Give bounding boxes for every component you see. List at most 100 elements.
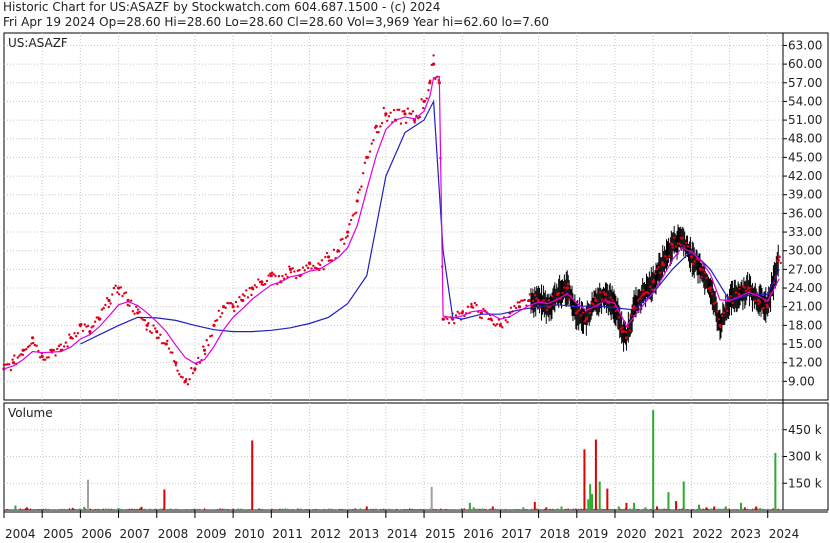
price-point [54, 354, 57, 357]
year-tick-label: 2009 [196, 527, 227, 541]
price-point [674, 245, 678, 248]
volume-bar-base [196, 508, 198, 510]
price-observation [403, 112, 407, 116]
volume-bar-base [289, 509, 291, 510]
price-point [588, 311, 592, 315]
volume-bar-base [637, 508, 639, 510]
price-observation [460, 311, 464, 315]
volume-bar-base [458, 509, 460, 510]
price-observation [661, 261, 665, 265]
volume-bar-base [658, 508, 660, 510]
price-point [647, 292, 650, 295]
price-point [305, 264, 308, 267]
year-tick-label: 2004 [5, 527, 36, 541]
price-point [743, 286, 746, 289]
volume-bar-base [100, 509, 102, 510]
volume-bar-base [255, 509, 258, 510]
price-point [757, 302, 760, 306]
price-point [124, 291, 128, 294]
volume-bar-base [359, 508, 361, 510]
volume-bar-base [463, 508, 465, 510]
price-point [16, 356, 19, 359]
price-point [245, 289, 248, 292]
volume-title: Volume [8, 406, 53, 420]
volume-bar-base [105, 508, 107, 510]
price-point [731, 301, 734, 305]
price-point [344, 236, 348, 239]
volume-bar-base [642, 508, 644, 510]
volume-bar-up [644, 507, 647, 510]
volume-bar-base [206, 509, 208, 510]
price-point [389, 111, 392, 114]
volume-bar-base [411, 508, 413, 510]
year-tick-label: 2013 [349, 527, 380, 541]
chart-page: Historic Chart for US:ASAZF by Stockwatc… [0, 0, 830, 543]
volume-bar-base [689, 509, 691, 510]
price-observation [374, 124, 378, 128]
volume-bar-base [585, 508, 587, 510]
volume-bar-base [403, 509, 406, 510]
price-observation [212, 323, 216, 327]
volume-bar-base [424, 509, 426, 510]
volume-bar-base [720, 508, 722, 510]
price-observation [594, 298, 598, 303]
price-observation [498, 323, 503, 327]
price-observation [632, 305, 636, 309]
price-point [274, 274, 277, 278]
volume-bar-base [305, 509, 307, 510]
price-point [456, 310, 459, 313]
price-point [568, 297, 571, 301]
volume-bar-base [66, 509, 68, 510]
price-observation [288, 267, 292, 271]
price-point [35, 344, 38, 347]
volume-bar-base [11, 509, 13, 510]
price-observation [231, 305, 235, 309]
volume-bar-base [274, 509, 276, 510]
price-point [578, 308, 581, 311]
volume-bar-base [398, 509, 400, 510]
price-observation [78, 323, 82, 327]
volume-bar-base [146, 509, 149, 510]
volume-bar-base [9, 509, 11, 510]
price-observation [193, 367, 197, 371]
volume-bar-base [481, 508, 483, 510]
volume-bar-base [227, 508, 229, 510]
price-point [358, 188, 361, 191]
volume-bar-base [32, 509, 34, 510]
price-tick-label: 60.00 [788, 57, 822, 71]
price-point [542, 299, 545, 302]
price-tick-label: 63.00 [788, 38, 822, 52]
price-point [470, 302, 473, 306]
price-point [368, 150, 372, 153]
price-point [9, 368, 13, 372]
price-observation [116, 286, 121, 290]
volume-bar-up [560, 506, 563, 510]
price-point [581, 311, 585, 314]
price-point [348, 223, 351, 226]
price-observation [708, 286, 713, 290]
price-point [293, 270, 296, 273]
volume-bar-base [50, 509, 52, 510]
volume-bar-base [603, 508, 606, 510]
volume-bar-up [83, 506, 86, 510]
volume-bar-base [531, 508, 533, 510]
price-tick-label: 45.00 [788, 150, 822, 164]
year-tick-label: 2008 [158, 527, 189, 541]
volume-bar-base [611, 509, 613, 510]
price-point [382, 106, 385, 110]
volume-bar-down [755, 506, 758, 510]
price-observation [136, 311, 140, 315]
price-point [458, 312, 461, 315]
price-observation [31, 336, 35, 340]
volume-bar-down [71, 507, 74, 510]
volume-bar-base [736, 509, 738, 510]
price-point [188, 378, 191, 381]
volume-bar-base [203, 508, 206, 510]
price-point [11, 358, 14, 361]
price-point [726, 309, 729, 313]
price-point [87, 324, 90, 328]
price-point [253, 284, 257, 287]
volume-bar-base [144, 508, 146, 510]
volume-bar-base [123, 509, 125, 510]
volume-bar-base [401, 509, 403, 510]
